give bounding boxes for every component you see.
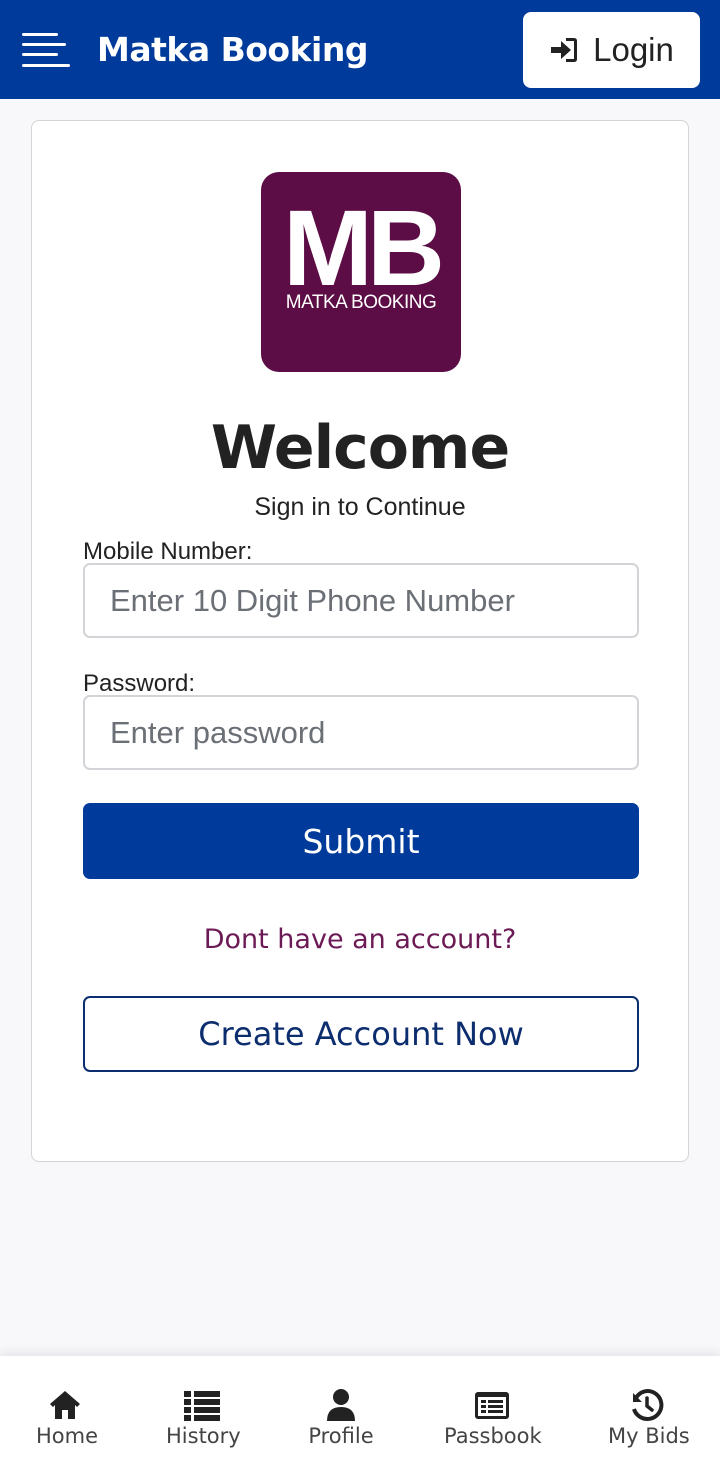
bottom-nav: Home History Profile Passbook My Bids [0,1356,720,1480]
history-clock-icon [632,1388,664,1421]
mobile-number-input[interactable] [83,563,639,638]
submit-button[interactable]: Submit [83,803,639,879]
logo-letters: MB [283,187,445,308]
mobile-label: Mobile Number: [83,538,253,565]
user-icon [327,1389,355,1421]
app-root: Matka Booking Login MB MATKA BOOKING Wel… [0,0,720,1480]
create-account-button[interactable]: Create Account Now [83,996,639,1072]
nav-label: Profile [308,1424,374,1448]
sign-in-icon [551,38,578,62]
welcome-heading: Welcome [210,413,510,483]
nav-item-my-bids[interactable]: My Bids [608,1388,690,1448]
logo-subtitle: MATKA BOOKING [285,292,437,313]
nav-item-passbook[interactable]: Passbook [444,1388,542,1448]
app-title: Matka Booking [97,30,368,69]
nav-item-home[interactable]: Home [36,1388,99,1448]
login-label: Login [593,31,674,68]
nav-label: History [166,1424,241,1448]
nav-label: My Bids [608,1424,690,1448]
top-header: Matka Booking Login [0,0,720,99]
list-icon [184,1391,220,1421]
nav-label: Home [36,1424,99,1448]
passbook-icon [475,1392,509,1419]
signin-subtitle: Sign in to Continue [254,493,466,521]
login-card: MB MATKA BOOKING Welcome Sign in to Cont… [31,120,689,1162]
login-button[interactable]: Login [523,12,700,88]
nav-item-profile[interactable]: Profile [308,1388,374,1448]
nav-label: Passbook [444,1424,542,1448]
password-input[interactable] [83,695,639,770]
password-label: Password: [83,670,196,697]
no-account-link[interactable]: Dont have an account? [32,924,688,955]
menu-icon[interactable] [22,31,70,71]
app-logo: MB MATKA BOOKING [261,172,461,372]
nav-item-history[interactable]: History [166,1388,241,1448]
home-icon [50,1391,80,1419]
